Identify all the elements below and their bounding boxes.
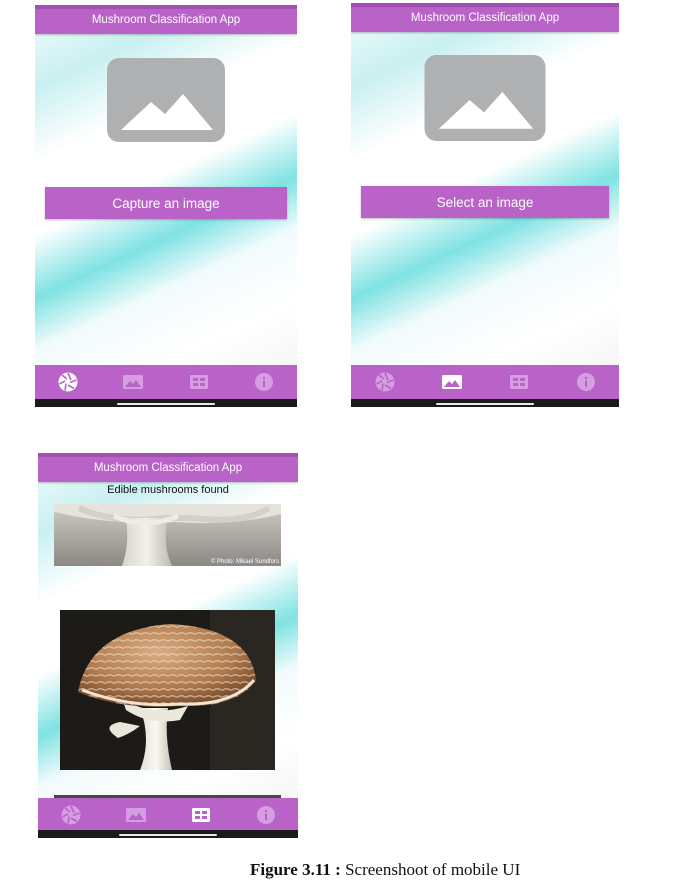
home-indicator[interactable] <box>117 403 215 405</box>
nav-camera[interactable] <box>38 798 103 832</box>
nav-gallery[interactable] <box>418 365 485 399</box>
figure-label: Figure 3.11 : <box>250 860 341 879</box>
figure-caption-text: Screenshoot of mobile UI <box>345 860 521 879</box>
system-navigation-bar <box>351 399 619 407</box>
nav-grid[interactable] <box>168 798 233 832</box>
camera-icon <box>58 372 78 392</box>
info-icon <box>255 373 274 391</box>
parasol-mushroom-image <box>60 610 275 770</box>
system-navigation-bar <box>35 399 297 407</box>
nav-grid[interactable] <box>166 365 232 399</box>
phone-screen-select: Mushroom Classification App Select an im… <box>351 3 619 407</box>
gallery-heading: Edible mushrooms found <box>107 484 229 496</box>
image-placeholder-icon <box>424 55 546 141</box>
figure-caption: Figure 3.11 : Screenshoot of mobile UI <box>250 860 520 880</box>
system-navigation-bar <box>38 830 298 838</box>
app-title: Mushroom Classification App <box>35 5 297 34</box>
nav-info[interactable] <box>233 798 298 832</box>
mushroom-photo-2[interactable] <box>60 610 275 770</box>
capture-image-button[interactable]: Capture an image <box>45 187 287 219</box>
home-indicator[interactable] <box>119 834 217 836</box>
image-icon <box>125 808 146 822</box>
app-title: Mushroom Classification App <box>38 453 298 482</box>
bottom-navigation <box>351 365 619 399</box>
mushroom-photo-1[interactable]: © Photo: Mikael Sundfors <box>54 504 281 566</box>
mushroom-stem-image <box>54 504 281 566</box>
photo-credit: © Photo: Mikael Sundfors <box>210 559 279 565</box>
info-icon <box>256 806 275 824</box>
camera-icon <box>61 805 80 825</box>
nav-grid[interactable] <box>485 365 552 399</box>
bottom-navigation <box>38 798 298 832</box>
image-icon <box>123 375 144 389</box>
phone-screen-capture: Mushroom Classification App Capture an i… <box>35 5 297 407</box>
nav-info[interactable] <box>552 365 619 399</box>
select-image-button[interactable]: Select an image <box>361 186 609 218</box>
image-icon <box>441 375 462 389</box>
nav-camera[interactable] <box>351 365 418 399</box>
info-icon <box>576 373 595 391</box>
grid-icon <box>189 375 208 389</box>
nav-gallery[interactable] <box>101 365 167 399</box>
nav-info[interactable] <box>232 365 298 399</box>
phone-screen-gallery: Mushroom Classification App Edible mushr… <box>38 453 298 838</box>
camera-icon <box>375 372 394 392</box>
grid-icon <box>509 375 528 389</box>
image-placeholder-icon <box>107 58 225 142</box>
bottom-navigation <box>35 365 297 399</box>
nav-gallery[interactable] <box>103 798 168 832</box>
app-title: Mushroom Classification App <box>351 3 619 32</box>
home-indicator[interactable] <box>436 403 534 405</box>
nav-camera[interactable] <box>35 365 101 399</box>
grid-icon <box>191 808 210 822</box>
